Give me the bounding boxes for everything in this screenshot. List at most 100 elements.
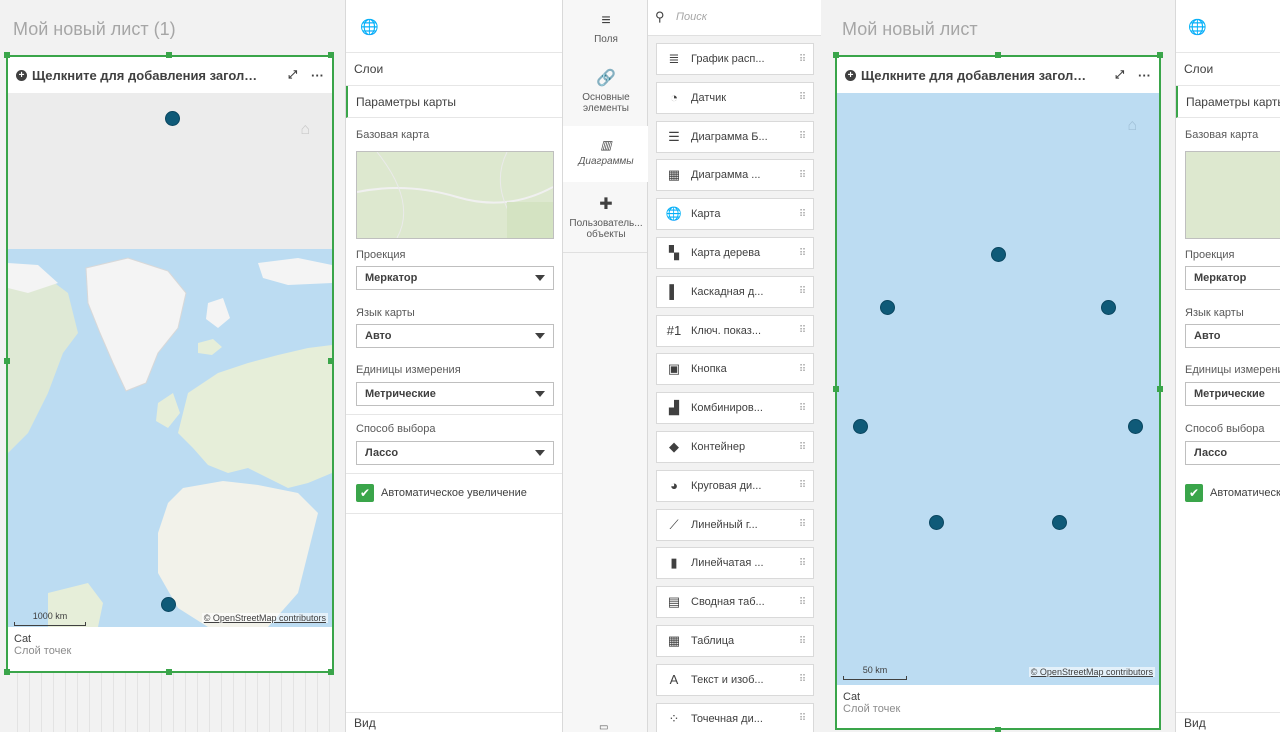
resize-handle[interactable] [833,52,839,58]
chart-item[interactable]: ◕ Круговая ди... ⠿ [656,469,814,502]
drag-handle-icon[interactable]: ⠿ [791,442,813,453]
auto-zoom-checkbox[interactable]: ✔ [356,484,374,502]
map-point[interactable] [161,597,176,612]
chart-item[interactable]: ▟ Комбиниров... ⠿ [656,392,814,425]
chart-item[interactable]: ≣ График расп... ⠿ [656,43,814,75]
drag-handle-icon[interactable]: ⠿ [791,131,813,142]
drag-handle-icon[interactable]: ⠿ [791,209,813,220]
drag-handle-icon[interactable]: ⠿ [791,597,813,608]
map-object[interactable]: + Щелкните для добавления заголовка ⤢ ··… [6,55,334,673]
drag-handle-icon[interactable]: ⠿ [791,403,813,414]
attribution-link[interactable]: © OpenStreetMap contributors [201,613,328,623]
language-select[interactable]: Авто [356,324,554,348]
resize-handle[interactable] [995,52,1001,58]
drag-handle-icon[interactable]: ⠿ [791,325,813,336]
chart-item[interactable]: 🌐 Карта ⠿ [656,198,814,231]
more-icon[interactable]: ··· [1138,68,1151,83]
drag-handle-icon[interactable]: ⠿ [791,713,813,724]
map-point[interactable] [1101,300,1116,315]
base-map-preview[interactable] [356,151,554,239]
drag-handle-icon[interactable]: ⠿ [791,248,813,259]
layers-section[interactable]: Слои [346,52,562,86]
drag-handle-icon[interactable]: ⠿ [791,364,813,375]
tab-fields[interactable]: ≡ Поля [563,12,649,45]
home-icon[interactable]: ⌂ [300,121,310,139]
map-title-placeholder[interactable]: Щелкните для добавления заголовка [32,68,264,83]
drag-handle-icon[interactable]: ⠿ [791,636,813,647]
chart-item[interactable]: ▚ Карта дерева ⠿ [656,237,814,269]
drag-handle-icon[interactable]: ⠿ [791,480,813,491]
units-select[interactable]: Метрические [356,382,554,406]
chart-item[interactable]: ▦ Таблица ⠿ [656,625,814,657]
map-settings-section[interactable]: Параметры карты [1176,86,1280,118]
resize-handle[interactable] [995,727,1001,732]
selection-select[interactable]: Лассо [1185,441,1280,465]
resize-handle[interactable] [4,669,10,675]
expand-icon[interactable]: ⤢ [288,69,297,82]
chart-item[interactable]: ☰ Диаграмма Б... ⠿ [656,120,814,153]
chart-item[interactable]: ◔ Датчик ⠿ [656,81,814,114]
resize-handle[interactable] [1157,386,1163,392]
tab-custom-objects[interactable]: ✚ Пользователь... объекты [563,194,649,240]
drag-handle-icon[interactable]: ⠿ [791,519,813,530]
map-header[interactable]: + Щелкните для добавления заголовка ⤢ ··… [837,57,1159,93]
map-point[interactable] [1052,515,1067,530]
drag-handle-icon[interactable]: ⠿ [791,674,813,685]
home-icon[interactable]: ⌂ [1127,117,1137,135]
tab-master-items[interactable]: 🔗 Основные элементы [563,68,649,114]
selection-select[interactable]: Лассо [356,441,554,465]
resize-handle[interactable] [4,52,10,58]
chart-item[interactable]: ▌ Каскадная д... ⠿ [656,275,814,308]
base-map-preview[interactable] [1185,151,1280,239]
resize-handle[interactable] [833,386,839,392]
drag-handle-icon[interactable]: ⠿ [791,286,813,297]
drag-handle-icon[interactable]: ⠿ [791,558,813,569]
units-select[interactable]: Метрические [1185,382,1280,406]
sheet-icon[interactable]: ▭ [599,722,608,732]
chart-item[interactable]: ▮ Линейчатая ... ⠿ [656,547,814,580]
map-object[interactable]: + Щелкните для добавления заголовка ⤢ ··… [835,55,1161,730]
map-point[interactable] [991,247,1006,262]
map-canvas[interactable]: ⌂ 50 km © OpenStreetMap contributors [837,93,1159,685]
projection-select[interactable]: Меркатор [356,266,554,290]
resize-handle[interactable] [166,669,172,675]
map-settings-section[interactable]: Параметры карты [346,86,562,118]
chart-item[interactable]: ⟋ Линейный г... ⠿ [656,508,814,541]
language-select[interactable]: Авто [1185,324,1280,348]
resize-handle[interactable] [4,358,10,364]
map-title-placeholder[interactable]: Щелкните для добавления заголовка [861,68,1093,83]
drag-handle-icon[interactable]: ⠿ [791,54,813,65]
chart-item[interactable]: ▤ Сводная таб... ⠿ [656,586,814,619]
drag-handle-icon[interactable]: ⠿ [791,170,813,181]
map-point[interactable] [1128,419,1143,434]
chart-item[interactable]: A Текст и изоб... ⠿ [656,663,814,696]
view-section[interactable]: Вид [346,712,562,732]
attribution-link[interactable]: © OpenStreetMap contributors [1028,667,1155,677]
view-section[interactable]: Вид [1176,712,1280,732]
resize-handle[interactable] [166,52,172,58]
map-header[interactable]: + Щелкните для добавления заголовка ⤢ ··… [8,57,332,93]
resize-handle[interactable] [328,52,334,58]
resize-handle[interactable] [1157,52,1163,58]
drag-handle-icon[interactable]: ⠿ [791,92,813,103]
map-canvas[interactable]: ⌂ 1000 km © OpenStreetMap contributors [8,93,332,627]
tab-charts[interactable]: ▥ Диаграммы [563,126,649,182]
chart-item[interactable]: ⁘ Точечная ди... ⠿ [656,702,814,732]
map-point[interactable] [165,111,180,126]
resize-handle[interactable] [328,669,334,675]
map-point[interactable] [853,419,868,434]
resize-handle[interactable] [328,358,334,364]
expand-icon[interactable]: ⤢ [1115,69,1124,82]
layers-section[interactable]: Слои [1176,52,1280,86]
more-icon[interactable]: ··· [311,68,324,83]
map-point[interactable] [880,300,895,315]
chart-item[interactable]: ▣ Кнопка ⠿ [656,353,814,386]
map-point[interactable] [929,515,944,530]
chart-item[interactable]: ▦ Диаграмма ... ⠿ [656,159,814,192]
chart-item[interactable]: ◆ Контейнер ⠿ [656,431,814,463]
projection-select[interactable]: Меркатор [1185,266,1280,290]
chart-item[interactable]: #1 Ключ. показ... ⠿ [656,314,814,347]
auto-zoom-checkbox[interactable]: ✔ [1185,484,1203,502]
search-input[interactable]: Поиск [676,11,707,23]
search-bar[interactable]: ⚲ Поиск [648,0,821,36]
